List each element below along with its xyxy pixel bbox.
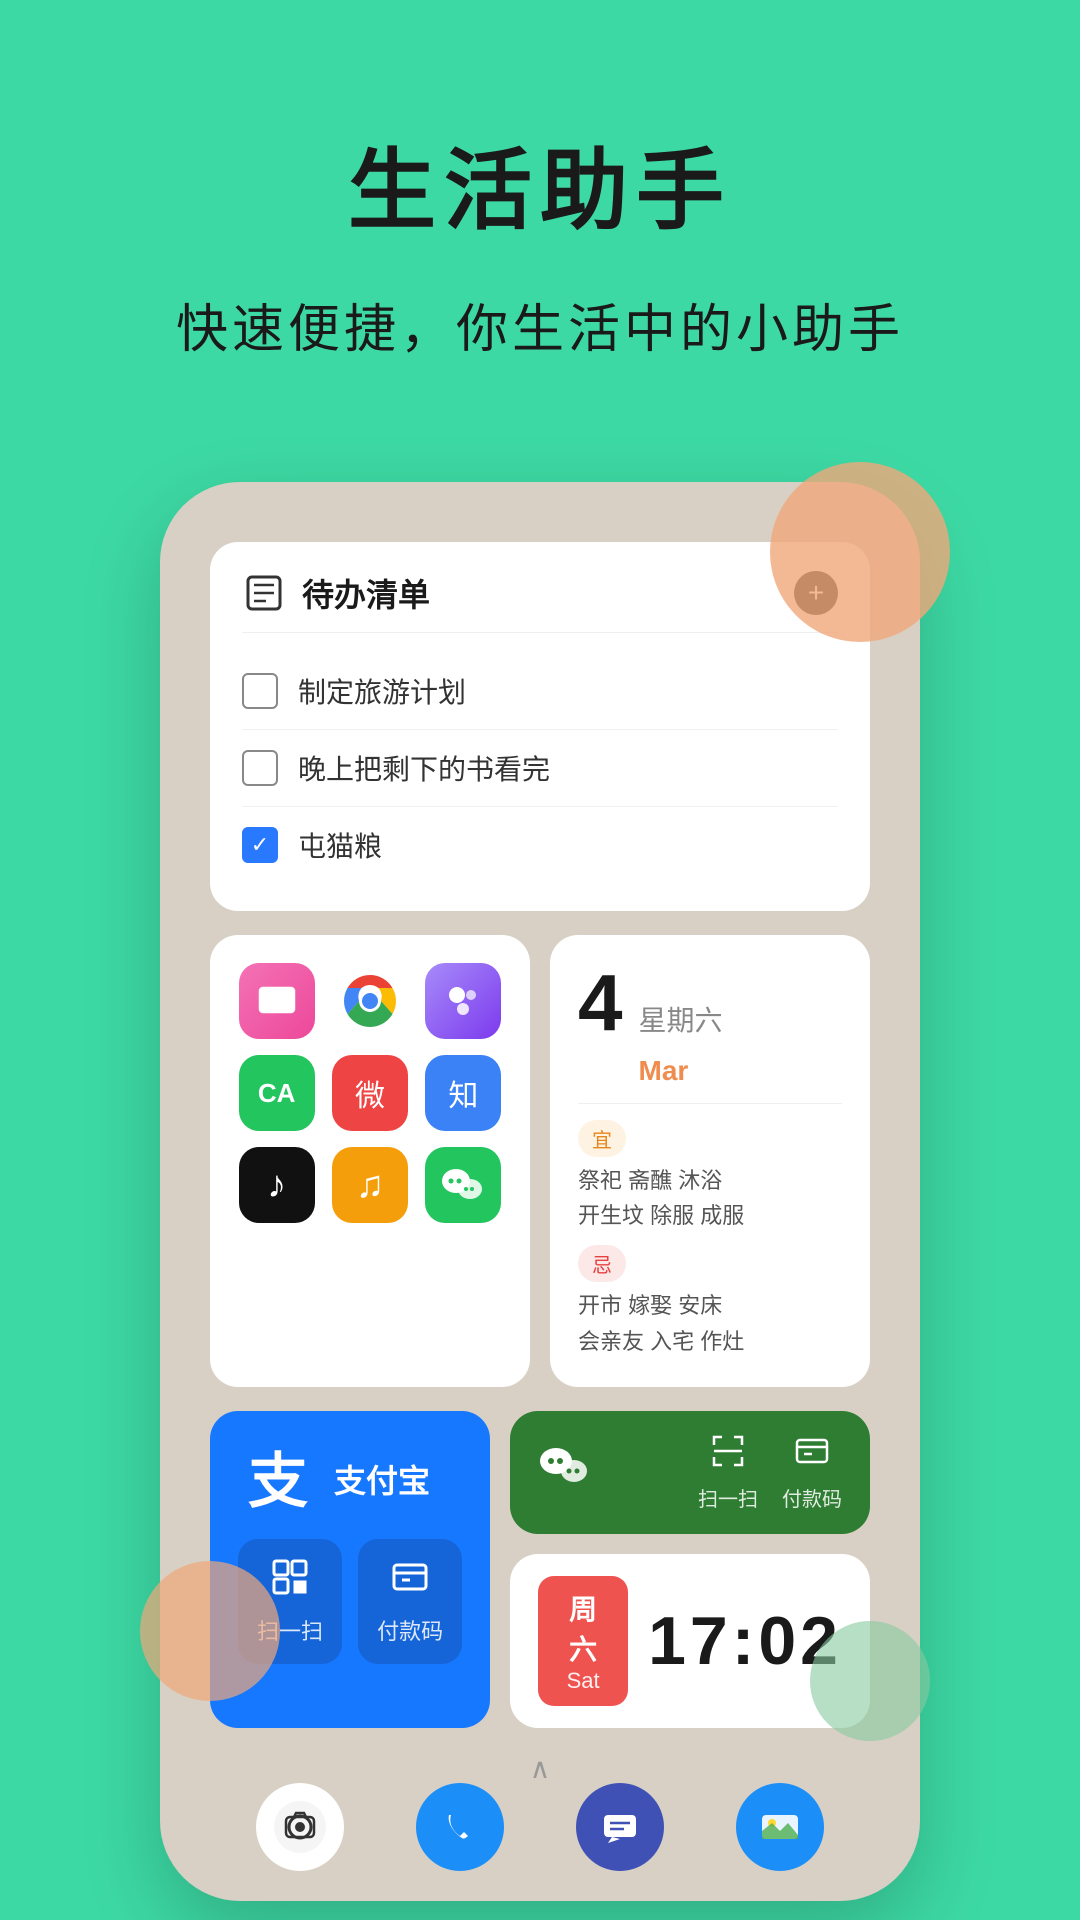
todo-checkbox-3[interactable]: ✓ — [242, 827, 278, 863]
wechat-pay-button[interactable]: 付款码 — [782, 1433, 842, 1512]
todo-text-1: 制定旅游计划 — [298, 671, 466, 711]
wechat-scan-icon — [710, 1433, 746, 1477]
app-grid-widget: CA 微 知 ♪ ♫ — [210, 935, 530, 1387]
pay-code-icon — [376, 1557, 444, 1606]
todo-header-left: 待办清单 — [242, 570, 430, 616]
app-icon-ca[interactable]: CA — [239, 1055, 315, 1131]
todo-text-3: 屯猫粮 — [298, 825, 382, 865]
todo-item-2[interactable]: 晚上把剩下的书看完 — [242, 730, 838, 807]
wechat-pay-icon — [794, 1433, 830, 1477]
dock-camera-icon[interactable] — [256, 1783, 344, 1871]
dock-phone-icon[interactable] — [416, 1783, 504, 1871]
todo-header: 待办清单 + — [242, 570, 838, 633]
blob-bottom-right — [810, 1621, 930, 1741]
app-grid: CA 微 知 ♪ ♫ — [238, 963, 502, 1223]
cal-good-tag: 宜 — [578, 1120, 626, 1157]
phone-container: 待办清单 + 制定旅游计划 晚上把剩下的书看完 ✓ 屯猫粮 — [0, 482, 1080, 1901]
alipay-header: 支 支付宝 — [238, 1439, 462, 1519]
todo-list-icon — [242, 571, 286, 615]
app-icon-tv[interactable] — [239, 963, 315, 1039]
wechat-actions-inline: 扫一扫 付款码 — [698, 1433, 842, 1512]
cal-weekday: 星期六 — [639, 999, 723, 1039]
app-icon-music[interactable]: ♫ — [332, 1147, 408, 1223]
main-title: 生活助手 — [60, 120, 1020, 247]
clock-day-badge: 周六 Sat — [538, 1576, 628, 1706]
calendar-widget: 4 星期六 Mar 宜 祭祀 斋醮 沐浴开生坟 除服 成服 忌 开市 嫁娶 安床… — [550, 935, 870, 1387]
sub-title: 快速便捷，你生活中的小助手 — [60, 287, 1020, 362]
app-icon-chrome[interactable] — [332, 963, 408, 1039]
wechat-actions-bar: 扫一扫 付款码 — [510, 1411, 870, 1534]
app-icon-zhihu[interactable]: 知 — [425, 1055, 501, 1131]
todo-widget: 待办清单 + 制定旅游计划 晚上把剩下的书看完 ✓ 屯猫粮 — [210, 542, 870, 911]
dock-gallery-icon[interactable] — [736, 1783, 824, 1871]
wechat-pay-label: 付款码 — [782, 1483, 842, 1512]
todo-item-1[interactable]: 制定旅游计划 — [242, 653, 838, 730]
app-icon-wechat[interactable] — [425, 1147, 501, 1223]
clock-day-en: Sat — [558, 1668, 608, 1694]
middle-row: CA 微 知 ♪ ♫ — [210, 935, 870, 1387]
todo-checkbox-2[interactable] — [242, 750, 278, 786]
bottom-row: 支 支付宝 — [210, 1411, 870, 1728]
wechat-logo — [538, 1443, 590, 1501]
swipe-indicator: ∧ — [210, 1752, 870, 1785]
app-icon-tiktok[interactable]: ♪ — [239, 1147, 315, 1223]
blob-top-right — [770, 462, 950, 642]
todo-item-3[interactable]: ✓ 屯猫粮 — [242, 807, 838, 883]
header-section: 生活助手 快速便捷，你生活中的小助手 — [0, 0, 1080, 422]
todo-text-2: 晚上把剩下的书看完 — [298, 748, 550, 788]
alipay-name: 支付宝 — [334, 1456, 430, 1502]
svg-text:支: 支 — [248, 1449, 308, 1514]
cal-bad-activities: 开市 嫁娶 安床会亲友 入宅 作灶 — [578, 1288, 842, 1358]
cal-good-activities: 祭祀 斋醮 沐浴开生坟 除服 成服 — [578, 1163, 842, 1233]
dock — [160, 1783, 920, 1871]
cal-divider — [578, 1103, 842, 1104]
app-icon-blue[interactable] — [425, 963, 501, 1039]
cal-bad-tag: 忌 — [578, 1245, 626, 1282]
alipay-logo: 支 — [238, 1439, 318, 1519]
cal-month: Mar — [639, 1055, 723, 1087]
clock-day-zh: 周六 — [558, 1588, 608, 1668]
dock-message-icon[interactable] — [576, 1783, 664, 1871]
phone-frame: 待办清单 + 制定旅游计划 晚上把剩下的书看完 ✓ 屯猫粮 — [160, 482, 920, 1901]
blob-bottom-left — [140, 1561, 280, 1701]
todo-checkbox-1[interactable] — [242, 673, 278, 709]
wechat-scan-label: 扫一扫 — [698, 1483, 758, 1512]
alipay-pay-button[interactable]: 付款码 — [358, 1539, 462, 1664]
app-icon-weibo[interactable]: 微 — [332, 1055, 408, 1131]
cal-date-number: 4 — [578, 963, 623, 1043]
wechat-scan-button[interactable]: 扫一扫 — [698, 1433, 758, 1512]
alipay-pay-label: 付款码 — [376, 1614, 444, 1646]
todo-title: 待办清单 — [302, 570, 430, 616]
